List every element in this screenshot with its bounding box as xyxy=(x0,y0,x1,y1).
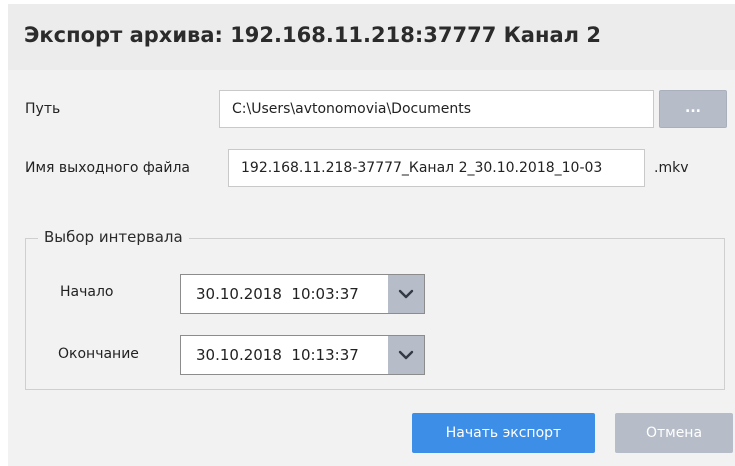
chevron-down-icon xyxy=(398,289,414,299)
dialog-title: Экспорт архива: 192.168.11.218:37777 Кан… xyxy=(24,23,601,47)
cancel-button[interactable]: Отмена xyxy=(615,413,733,453)
path-input[interactable]: C:\Users\avtonomovia\Documents xyxy=(219,90,654,128)
browse-button[interactable]: ... xyxy=(659,90,727,128)
start-export-button[interactable]: Начать экспорт xyxy=(412,413,595,453)
path-label: Путь xyxy=(25,101,61,117)
start-label: Начало xyxy=(60,284,114,300)
start-datetime-combo[interactable]: 30.10.2018 10:03:37 xyxy=(180,274,425,314)
start-datetime-value: 30.10.2018 10:03:37 xyxy=(196,285,359,303)
chevron-down-icon xyxy=(398,350,414,360)
output-file-input[interactable]: 192.168.11.218-37777_Канал 2_30.10.2018_… xyxy=(228,149,645,187)
file-extension-label: .mkv xyxy=(654,160,689,176)
end-dropdown-button[interactable] xyxy=(388,336,424,374)
dialog-title-bar: Экспорт архива: 192.168.11.218:37777 Кан… xyxy=(8,4,735,70)
interval-legend: Выбор интервала xyxy=(38,228,189,246)
end-label: Окончание xyxy=(58,346,139,362)
start-dropdown-button[interactable] xyxy=(388,275,424,313)
output-file-label: Имя выходного файла xyxy=(25,160,191,176)
export-archive-dialog: Экспорт архива: 192.168.11.218:37777 Кан… xyxy=(0,0,735,466)
end-datetime-value: 30.10.2018 10:13:37 xyxy=(196,346,359,364)
end-datetime-combo[interactable]: 30.10.2018 10:13:37 xyxy=(180,335,425,375)
